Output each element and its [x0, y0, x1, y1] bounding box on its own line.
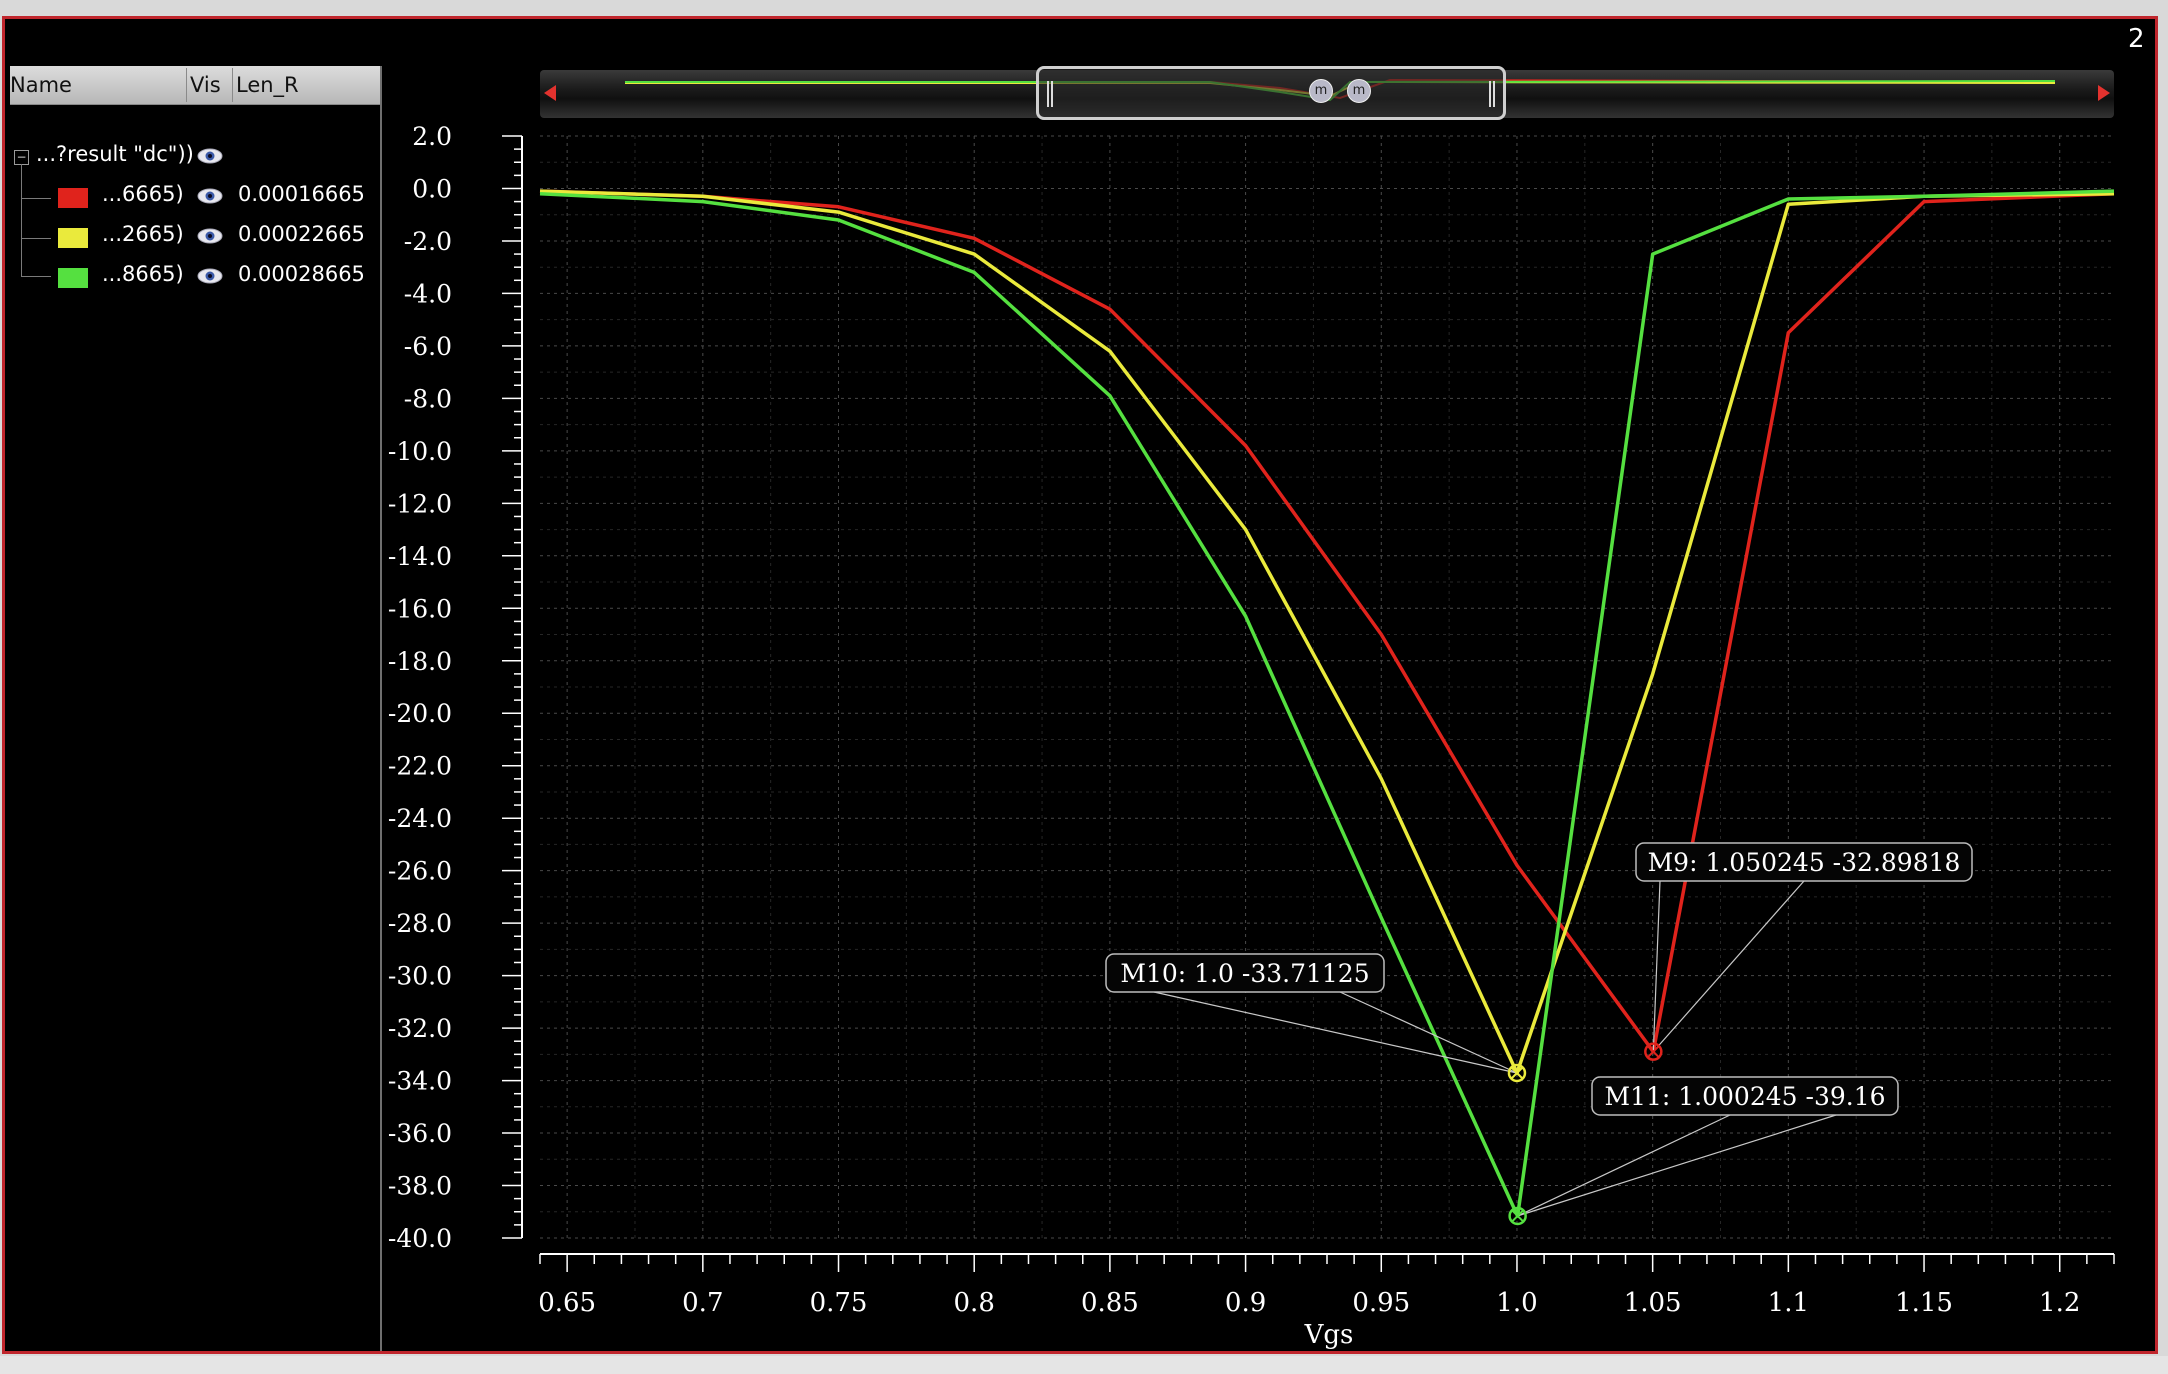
marker-callout-label: M11: 1.000245 -39.16 — [1604, 1082, 1885, 1111]
marker-leader-line — [1652, 880, 1805, 1053]
plot-axes: 2.0 0.0 -2.0 -4.0 -6.0 -8.0 -10.0 -12.0 -14.0 -16… — [388, 122, 2115, 1318]
x-tick-label: 1.2 — [2039, 1288, 2080, 1318]
x-tick-label: 0.9 — [1225, 1288, 1266, 1318]
y-tick-label: 0.0 — [412, 174, 452, 203]
series-line — [539, 189, 2115, 1054]
y-tick-label: -36.0 — [388, 1119, 452, 1148]
y-tick-label: -22.0 — [388, 752, 452, 781]
marker-leader-line — [1517, 1114, 1731, 1217]
plot-markers: M9: 1.050245 -32.89818 M10: 1.0 -33.71125… — [1105, 842, 1973, 1226]
marker-callout-label: M9: 1.050245 -32.89818 — [1648, 848, 1961, 877]
x-tick-label: 1.0 — [1496, 1288, 1537, 1318]
x-tick-label: 0.75 — [810, 1288, 868, 1318]
marker-leader-line — [1153, 991, 1518, 1074]
y-tick-label: -38.0 — [388, 1172, 452, 1201]
y-tick-label: -40.0 — [388, 1224, 452, 1253]
x-tick-label: 0.7 — [682, 1288, 723, 1318]
waveform-plot[interactable]: 2.0 0.0 -2.0 -4.0 -6.0 -8.0 -10.0 -12.0 -14.0 -16… — [0, 0, 2168, 1374]
y-tick-label: -26.0 — [388, 857, 452, 886]
y-tick-label: -14.0 — [388, 542, 452, 571]
x-tick-label: 0.65 — [538, 1288, 596, 1318]
series-line — [539, 189, 2115, 1218]
y-tick-label: -32.0 — [388, 1014, 452, 1043]
y-tick-label: -16.0 — [388, 594, 452, 623]
y-tick-label: -10.0 — [388, 437, 452, 466]
marker-leader-line — [1339, 991, 1518, 1074]
y-tick-label: -2.0 — [404, 227, 452, 256]
y-tick-label: -12.0 — [388, 489, 452, 518]
x-tick-label: 0.8 — [954, 1288, 995, 1318]
y-tick-label: -20.0 — [388, 699, 452, 728]
y-tick-label: -24.0 — [388, 804, 452, 833]
x-tick-label: 1.05 — [1624, 1288, 1682, 1318]
x-axis-label: Vgs — [1304, 1320, 1354, 1350]
y-tick-label: -34.0 — [388, 1067, 452, 1096]
y-tick-label: -28.0 — [388, 909, 452, 938]
plot-grid — [540, 135, 2114, 1239]
y-tick-label: -18.0 — [388, 647, 452, 676]
x-tick-label: 1.1 — [1768, 1288, 1809, 1318]
plot-series — [539, 189, 2115, 1218]
y-tick-label: 2.0 — [412, 122, 452, 151]
x-tick-label: 0.95 — [1352, 1288, 1410, 1318]
series-line — [539, 189, 2115, 1075]
y-tick-label: -4.0 — [404, 279, 452, 308]
y-tick-label: -30.0 — [388, 962, 452, 991]
y-tick-label: -6.0 — [404, 332, 452, 361]
y-tick-label: -8.0 — [404, 384, 452, 413]
x-tick-label: 1.15 — [1895, 1288, 1953, 1318]
marker-callout-label: M10: 1.0 -33.71125 — [1120, 959, 1369, 988]
x-tick-label: 0.85 — [1081, 1288, 1139, 1318]
